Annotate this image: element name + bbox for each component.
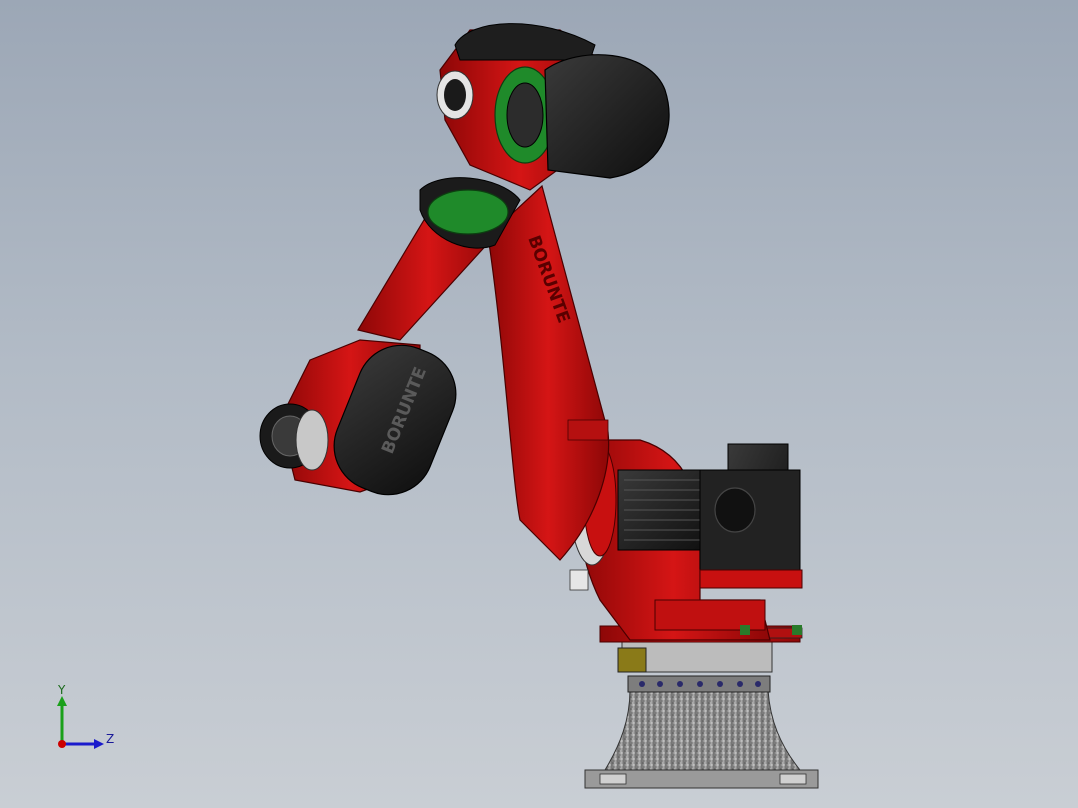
y-axis-label: Y bbox=[57, 683, 66, 697]
axis-triad: Y Z bbox=[57, 683, 114, 749]
robot-arm-model[interactable]: BORUNTE BORUNTE bbox=[0, 0, 1078, 808]
elbow-flange bbox=[427, 189, 509, 235]
pedestal[interactable] bbox=[584, 675, 819, 789]
cad-viewport[interactable]: BORUNTE BORUNTE Y Z bbox=[0, 0, 1078, 808]
lower-arm[interactable]: BORUNTE bbox=[487, 184, 610, 561]
x-axis-dot bbox=[58, 740, 66, 748]
wrist-assembly[interactable]: BORUNTE bbox=[259, 332, 469, 509]
elbow-housing[interactable] bbox=[436, 23, 670, 191]
elbow-motor-cover bbox=[544, 54, 670, 179]
z-axis-label: Z bbox=[106, 732, 114, 746]
